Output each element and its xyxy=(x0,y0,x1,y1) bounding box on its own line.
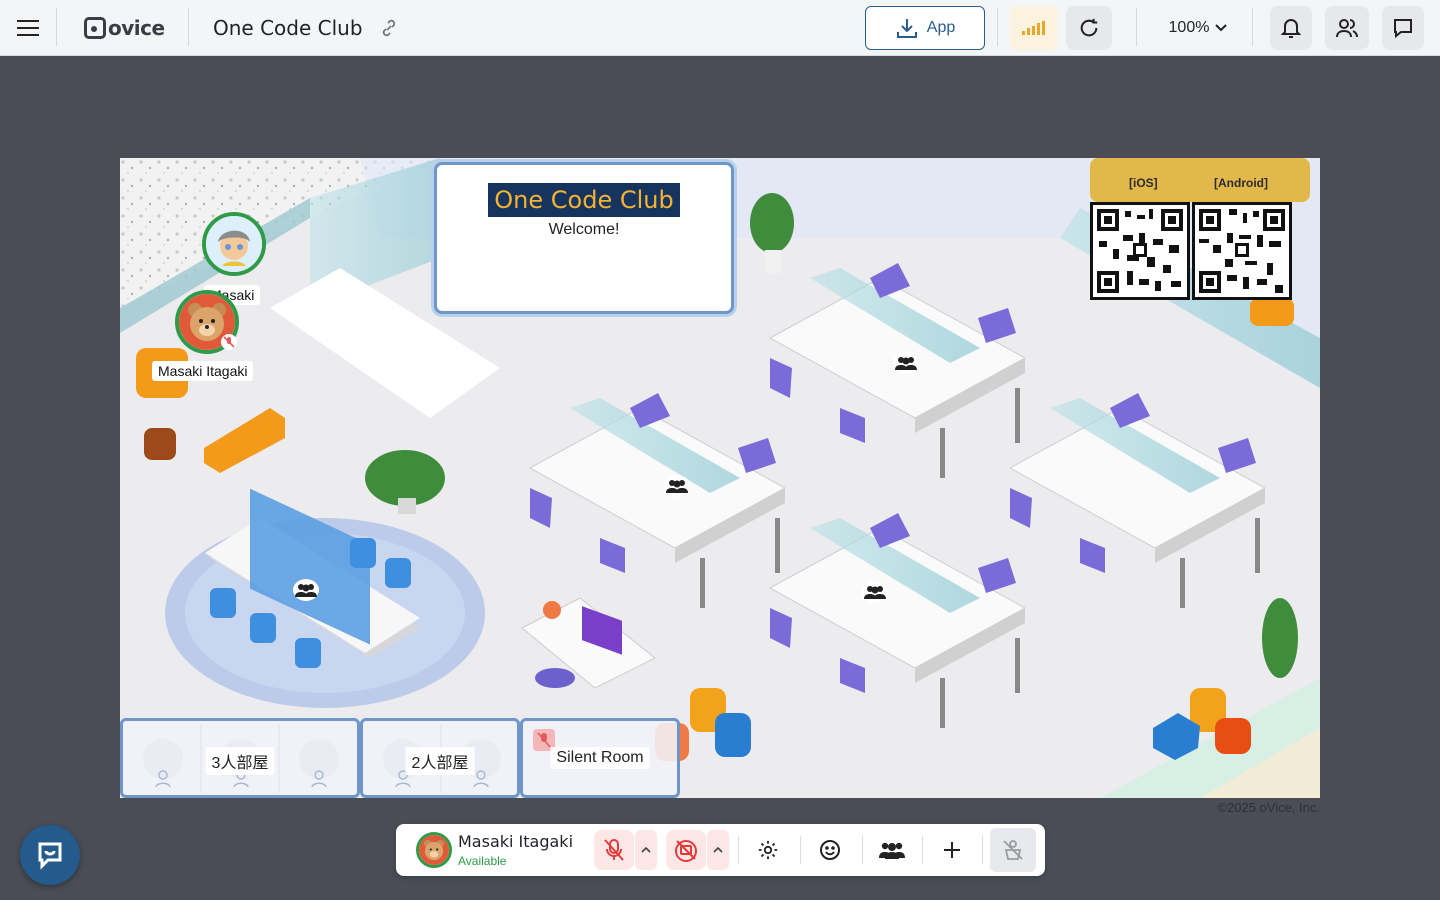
plus-icon xyxy=(944,842,960,858)
chevron-up-icon xyxy=(641,847,651,853)
group-talk-icon[interactable] xyxy=(293,579,319,601)
mic-options-button[interactable] xyxy=(635,830,657,870)
hamburger-icon xyxy=(17,20,39,36)
user-name-tag: Masaki Itagaki xyxy=(152,361,254,381)
camera-toggle-button[interactable] xyxy=(666,830,706,870)
room-label: Silent Room xyxy=(550,747,650,769)
stage-button[interactable] xyxy=(990,828,1036,872)
smiley-icon xyxy=(820,840,840,860)
user-avatar-masaki[interactable] xyxy=(202,212,266,276)
mic-off-icon xyxy=(604,839,624,861)
qr-banner xyxy=(1090,158,1310,202)
bottom-control-bar: Masaki Itagaki Available xyxy=(396,824,1045,876)
camera-options-button[interactable] xyxy=(707,830,729,870)
help-button[interactable] xyxy=(20,825,80,885)
link-icon xyxy=(382,19,396,37)
download-icon xyxy=(896,19,917,38)
room-silent[interactable]: Silent Room xyxy=(520,718,680,798)
chat-button[interactable] xyxy=(1382,6,1424,50)
reload-button[interactable] xyxy=(1066,6,1112,50)
group-icon xyxy=(879,842,905,859)
qr-code-icon xyxy=(1093,205,1187,297)
copyright-text: ©2025 oVice, Inc. xyxy=(1217,800,1320,815)
virtual-office-map[interactable]: One Code Club Welcome! [iOS] [Android] M… xyxy=(120,158,1320,798)
signal-bars-icon xyxy=(1022,21,1045,35)
qr-android-label: [Android] xyxy=(1214,176,1268,190)
group-button[interactable] xyxy=(871,830,913,870)
room-title: One Code Club xyxy=(213,16,363,40)
group-talk-icon[interactable] xyxy=(664,475,690,497)
top-bar: ovice One Code Club App 100% xyxy=(0,0,1440,56)
group-talk-icon[interactable] xyxy=(893,352,919,374)
chevron-down-icon xyxy=(1215,24,1228,32)
ovice-logo[interactable]: ovice xyxy=(84,14,165,42)
camera-off-icon xyxy=(675,840,697,862)
welcome-board[interactable]: One Code Club Welcome! xyxy=(434,162,734,314)
gear-icon xyxy=(758,840,778,860)
participants-button[interactable] xyxy=(1325,6,1369,50)
room-3-person[interactable]: 3人部屋 xyxy=(120,718,360,798)
notifications-button[interactable] xyxy=(1270,6,1312,50)
room-label: 2人部屋 xyxy=(405,747,475,775)
room-label: 3人部屋 xyxy=(205,747,275,775)
group-talk-icon[interactable] xyxy=(862,581,888,603)
chat-bubble-icon xyxy=(1394,19,1412,39)
zoom-level: 100% xyxy=(1168,19,1210,36)
my-user-name: Masaki Itagaki xyxy=(458,832,574,851)
person-avatar-icon xyxy=(206,216,262,272)
board-subtitle: Welcome! xyxy=(548,221,620,238)
download-app-button[interactable]: App xyxy=(865,6,985,50)
bell-icon xyxy=(1281,19,1301,38)
bear-avatar-icon xyxy=(419,835,449,865)
add-button[interactable] xyxy=(932,830,972,870)
refresh-icon xyxy=(1080,18,1098,37)
brand-name: ovice xyxy=(108,16,165,40)
qr-code-icon xyxy=(1195,205,1289,297)
app-button-label: App xyxy=(926,19,956,36)
chevron-up-icon xyxy=(713,847,723,853)
qr-code-android[interactable] xyxy=(1192,202,1292,300)
muted-mic-icon xyxy=(221,334,237,350)
zoom-select[interactable]: 100% xyxy=(1155,6,1241,50)
users-icon xyxy=(1336,19,1358,38)
board-title: One Code Club xyxy=(488,183,680,217)
help-chat-icon xyxy=(38,842,62,870)
qr-ios-label: [iOS] xyxy=(1129,176,1158,190)
connection-quality-button[interactable] xyxy=(1010,6,1058,50)
qr-code-ios[interactable] xyxy=(1090,202,1190,300)
my-user-status[interactable]: Available xyxy=(458,854,506,868)
copy-link-button[interactable] xyxy=(374,14,404,42)
podium-icon xyxy=(1003,840,1023,860)
ovice-logo-icon xyxy=(84,17,106,39)
mic-toggle-button[interactable] xyxy=(594,830,634,870)
menu-button[interactable] xyxy=(8,8,48,48)
reaction-button[interactable] xyxy=(810,830,850,870)
settings-button[interactable] xyxy=(748,830,788,870)
my-avatar[interactable] xyxy=(416,832,452,868)
room-2-person[interactable]: 2人部屋 xyxy=(360,718,520,798)
